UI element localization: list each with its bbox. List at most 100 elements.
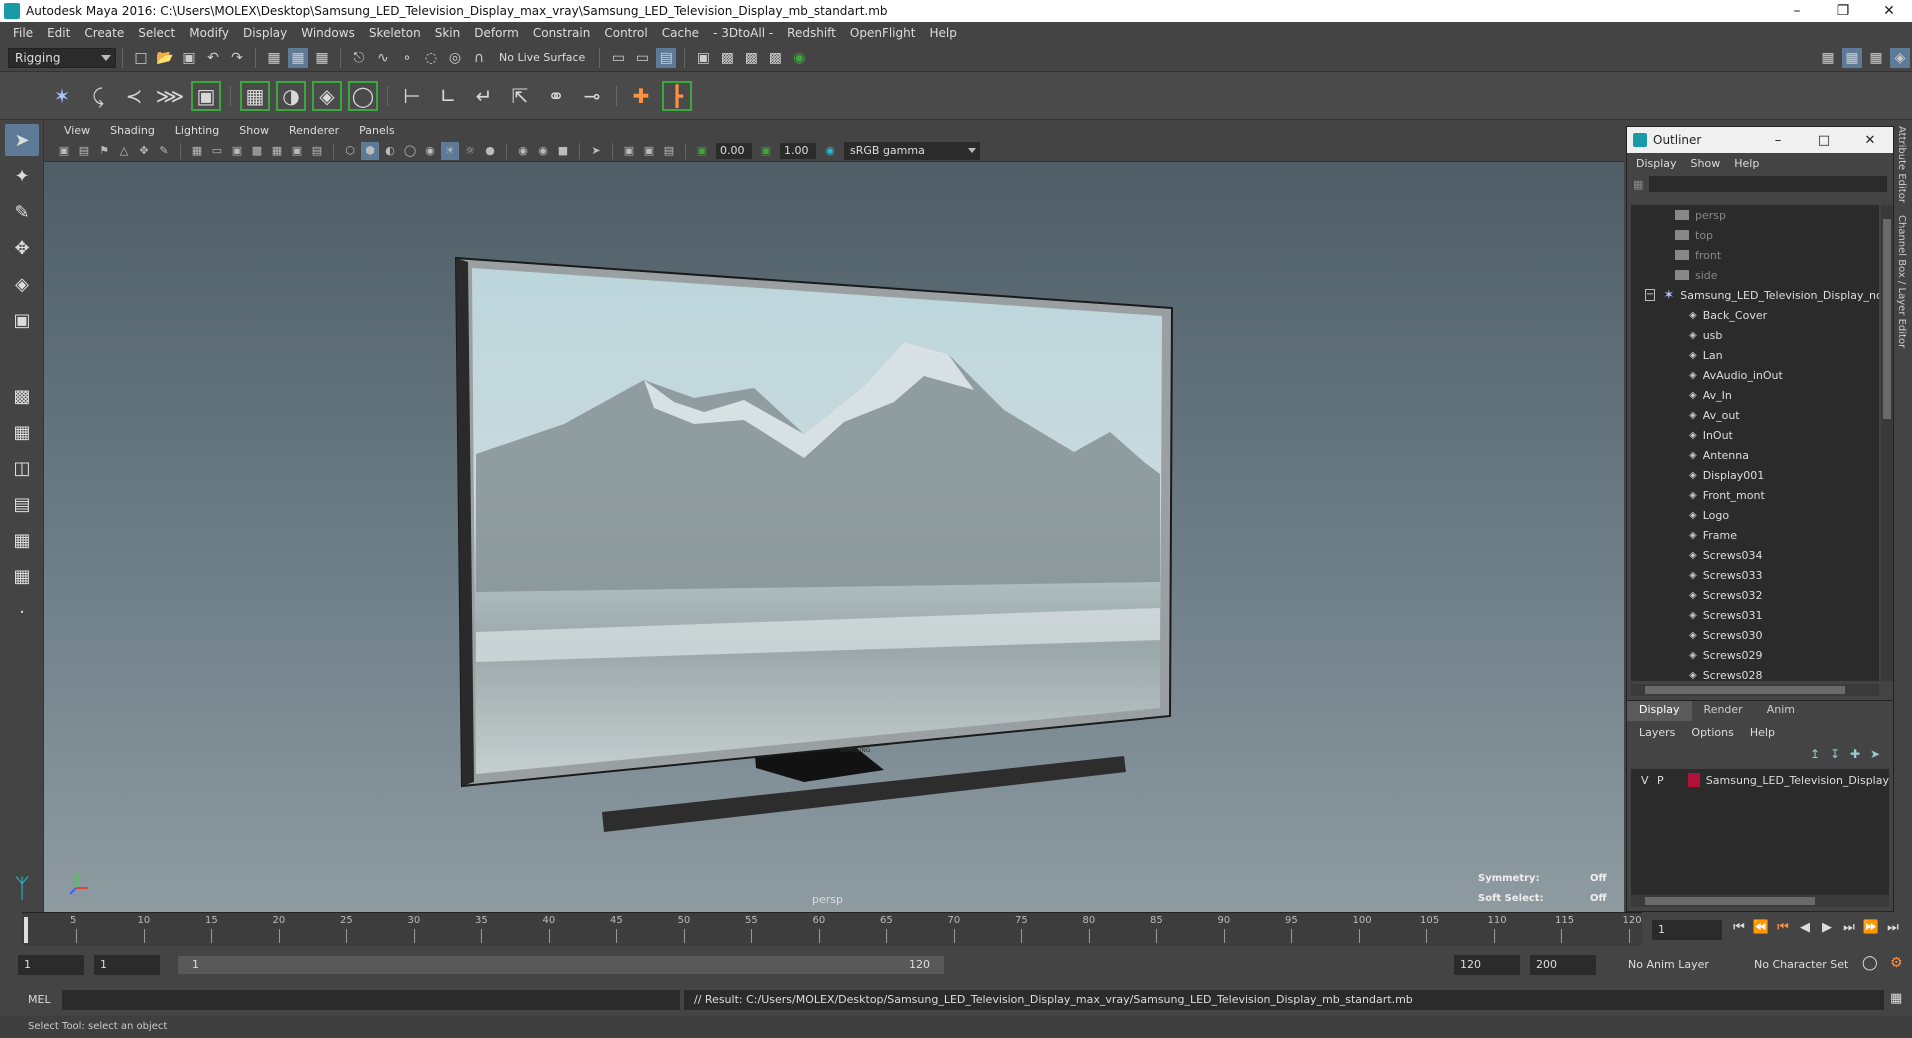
scrollbar-thumb[interactable] — [1645, 686, 1845, 694]
outliner-item-child[interactable]: ◈ Screws032 — [1631, 585, 1879, 605]
outliner-search-input[interactable] — [1649, 176, 1888, 192]
grid-icon[interactable]: ▦ — [188, 142, 206, 160]
collapse-icon[interactable]: − — [1645, 289, 1656, 301]
camera-select-icon[interactable]: ▣ — [55, 142, 73, 160]
layout-four-icon[interactable]: ▦ — [5, 416, 39, 448]
snap-surface-icon[interactable]: ◎ — [445, 48, 465, 68]
viewport-persp[interactable]: SAMSUNG persp Symmetry: Off Soft Select:… — [44, 162, 1624, 912]
select-hierarchy-icon[interactable]: ▦ — [264, 48, 284, 68]
panel-menu-renderer[interactable]: Renderer — [279, 124, 349, 137]
outliner-item-child[interactable]: ◈ Av_out — [1631, 405, 1879, 425]
locator-icon[interactable]: ✚ — [626, 81, 656, 111]
wrap-deformer-icon[interactable]: ◈ — [312, 80, 342, 111]
snap-curve-icon[interactable]: ∿ — [373, 48, 393, 68]
gamma-field[interactable]: 1.00 — [780, 142, 816, 159]
animation-end-field[interactable]: 200 — [1530, 955, 1596, 975]
new-layer-from-selected-icon[interactable]: ➤ — [1865, 747, 1885, 761]
orient-constraint-icon[interactable]: ↵ — [469, 81, 499, 111]
xray-joints-icon[interactable]: ▣ — [640, 142, 658, 160]
input-ops-icon[interactable]: ▭ — [608, 48, 628, 68]
panel-menu-show[interactable]: Show — [229, 124, 279, 137]
filter-icon[interactable]: ▦ — [1633, 178, 1643, 191]
outliner-vertical-scrollbar[interactable] — [1881, 205, 1893, 681]
menu-file[interactable]: File — [6, 26, 40, 40]
outliner-item-child[interactable]: ◈ Screws028 — [1631, 665, 1879, 682]
outliner-item-child[interactable]: ◈ Screws033 — [1631, 565, 1879, 585]
outliner-menu-help[interactable]: Help — [1727, 157, 1766, 170]
character-set-dropdown[interactable]: No Character Set — [1748, 955, 1866, 975]
render-view-icon[interactable]: ▣ — [693, 48, 713, 68]
menu-create[interactable]: Create — [77, 26, 131, 40]
color-management-icon[interactable]: ◉ — [821, 142, 839, 160]
modeling-toolkit-icon[interactable]: ▦ — [1842, 47, 1862, 68]
two-d-pan-icon[interactable]: ✥ — [135, 142, 153, 160]
menu-windows[interactable]: Windows — [294, 26, 362, 40]
tab-render[interactable]: Render — [1692, 701, 1755, 721]
tv-model[interactable]: SAMSUNG — [44, 162, 1624, 912]
select-object-icon[interactable]: ▦ — [288, 47, 308, 68]
pole-vector-icon[interactable]: ⊸ — [577, 81, 607, 111]
time-cursor[interactable] — [24, 917, 28, 943]
new-scene-icon[interactable]: □ — [131, 48, 151, 68]
new-empty-layer-icon[interactable]: ✚ — [1845, 747, 1865, 761]
render-current-icon[interactable]: ▩ — [717, 48, 737, 68]
menu-modify[interactable]: Modify — [182, 26, 236, 40]
wireframe-icon[interactable]: ⬡ — [341, 142, 359, 160]
safe-action-icon[interactable]: ▣ — [288, 142, 306, 160]
scrollbar-thumb[interactable] — [1645, 897, 1815, 905]
menu-cache[interactable]: Cache — [655, 26, 706, 40]
isolate-select-icon[interactable]: ➤ — [587, 142, 605, 160]
smooth-shade-icon[interactable]: ⬢ — [361, 141, 379, 160]
step-back-icon[interactable]: ⏪ — [1750, 920, 1772, 935]
gamma-icon[interactable]: ▣ — [757, 142, 775, 160]
outliner-close-button[interactable]: ✕ — [1847, 133, 1893, 148]
channel-box-toggle-icon[interactable]: ◈ — [1890, 47, 1910, 68]
attribute-editor-tab[interactable]: Attribute Editor — [1894, 120, 1909, 209]
redo-icon[interactable]: ↷ — [227, 48, 247, 68]
live-surface-label[interactable]: No Live Surface — [499, 51, 585, 64]
outliner-item-group[interactable]: − ✶ Samsung_LED_Television_Display_ncl — [1631, 285, 1879, 305]
insert-joint-icon[interactable]: ⤹ — [83, 81, 113, 111]
layer-playback-toggle[interactable]: P — [1653, 774, 1669, 787]
gate-mask-icon[interactable]: ▩ — [248, 142, 266, 160]
outliner-item-front[interactable]: front — [1631, 245, 1879, 265]
menu-set-dropdown[interactable]: Rigging — [8, 47, 116, 68]
workspace-icon[interactable]: ▦ — [1818, 48, 1838, 68]
tab-anim[interactable]: Anim — [1755, 701, 1807, 721]
outliner-item-child[interactable]: ◈ Back_Cover — [1631, 305, 1879, 325]
outliner-horizontal-scrollbar[interactable] — [1631, 684, 1879, 696]
outliner-minimize-button[interactable]: – — [1755, 133, 1801, 148]
playback-start-field[interactable]: 1 — [94, 955, 160, 975]
default-material-icon[interactable]: ◐ — [381, 142, 399, 160]
select-tool-icon[interactable]: ➤ — [5, 124, 39, 156]
menu-redshift[interactable]: Redshift — [780, 26, 843, 40]
camera-attributes-icon[interactable]: ▤ — [75, 142, 93, 160]
save-scene-icon[interactable]: ▣ — [179, 48, 199, 68]
snap-grid-icon[interactable]: ⎋ — [349, 48, 369, 68]
range-slider-handle[interactable]: 1 120 — [178, 956, 944, 974]
close-button[interactable]: ✕ — [1866, 3, 1912, 19]
menu-select[interactable]: Select — [131, 26, 182, 40]
outliner-item-child[interactable]: ◈ AvAudio_inOut — [1631, 365, 1879, 385]
range-slider[interactable]: 1 120 — [178, 956, 944, 974]
outliner-item-child[interactable]: ◈ Display001 — [1631, 465, 1879, 485]
outliner-item-persp[interactable]: persp — [1631, 205, 1879, 225]
use-all-lights-icon[interactable]: ☀ — [441, 141, 459, 160]
menu-skin[interactable]: Skin — [428, 26, 468, 40]
layer-visibility-toggle[interactable]: V — [1637, 774, 1653, 787]
xray-components-icon[interactable]: ▤ — [660, 142, 678, 160]
exposure-icon[interactable]: ▣ — [693, 142, 711, 160]
outliner-item-child[interactable]: ◈ Screws030 — [1631, 625, 1879, 645]
menu-control[interactable]: Control — [597, 26, 654, 40]
command-input[interactable] — [62, 990, 680, 1010]
layout-two-icon[interactable]: ◫ — [5, 452, 39, 484]
attribute-editor-toggle-icon[interactable]: ▦ — [1866, 48, 1886, 68]
view-transform-dropdown[interactable]: sRGB gamma — [844, 141, 980, 160]
anti-alias-icon[interactable]: ◉ — [534, 142, 552, 160]
xray-icon[interactable]: ▣ — [620, 142, 638, 160]
parent-constraint-icon[interactable]: ⚭ — [541, 81, 571, 111]
outliner-item-child[interactable]: ◈ Frame — [1631, 525, 1879, 545]
outliner-item-child[interactable]: ◈ Antenna — [1631, 445, 1879, 465]
time-slider[interactable]: 5 10 15 20 25 30 35 40 45 50 55 60 65 70 75 80 85 90 95 100… — [22, 912, 1642, 946]
menu-help[interactable]: Help — [922, 26, 963, 40]
